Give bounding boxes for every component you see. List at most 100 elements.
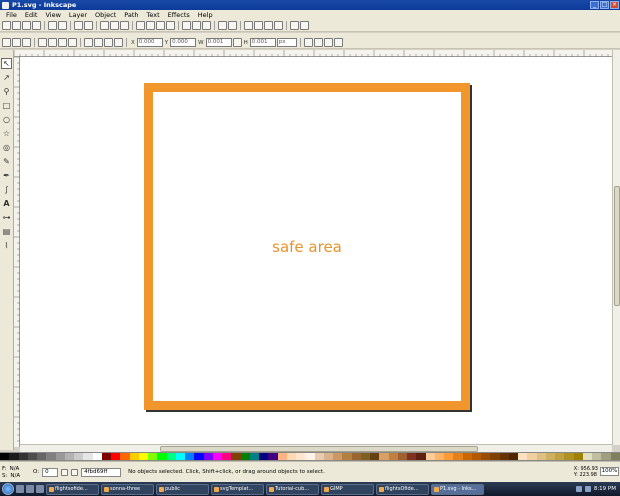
dropper-tool-icon[interactable]: ⌇ <box>1 240 12 251</box>
color-swatch[interactable] <box>296 453 306 460</box>
taskbar-item[interactable]: public <box>156 483 209 495</box>
menu-help[interactable]: Help <box>194 11 217 19</box>
color-swatch[interactable] <box>120 453 130 460</box>
width-field[interactable]: 0.001 <box>205 38 232 47</box>
taskbar-item[interactable]: flightsofide... <box>46 483 99 495</box>
color-swatch[interactable] <box>231 453 241 460</box>
color-swatch[interactable] <box>111 453 121 460</box>
color-swatch[interactable] <box>388 453 398 460</box>
taskbar-item[interactable]: GIMP <box>321 483 374 495</box>
color-swatch[interactable] <box>601 453 611 460</box>
color-swatch[interactable] <box>351 453 361 460</box>
color-swatch[interactable] <box>268 453 278 460</box>
text-font-icon[interactable] <box>254 21 263 30</box>
rotate-cw-icon[interactable] <box>48 38 57 47</box>
xml-editor-icon[interactable] <box>264 21 273 30</box>
taskbar-item-active[interactable]: P1.svg - Inks... <box>431 483 484 495</box>
lock-icon[interactable] <box>232 38 242 47</box>
raise-to-top-icon[interactable] <box>84 38 93 47</box>
menu-edit[interactable]: Edit <box>21 11 42 19</box>
color-swatch[interactable] <box>148 453 158 460</box>
color-swatch[interactable] <box>545 453 555 460</box>
flip-horizontal-icon[interactable] <box>58 38 67 47</box>
flip-vertical-icon[interactable] <box>68 38 77 47</box>
color-swatch[interactable] <box>92 453 102 460</box>
rotate-ccw-icon[interactable] <box>38 38 47 47</box>
fill-stroke-icon[interactable] <box>244 21 253 30</box>
text-tool-icon[interactable]: A <box>1 198 12 209</box>
cut-icon[interactable] <box>110 21 119 30</box>
y-field[interactable]: 0.000 <box>170 38 197 47</box>
color-swatch[interactable] <box>286 453 296 460</box>
menu-effects[interactable]: Effects <box>164 11 194 19</box>
ungroup-icon[interactable] <box>228 21 237 30</box>
layer-color-field[interactable]: 4fbd69ff <box>81 467 122 477</box>
menu-view[interactable]: View <box>41 11 64 19</box>
lock-layer-icon[interactable] <box>71 468 79 476</box>
menu-text[interactable]: Text <box>143 11 164 19</box>
color-swatch[interactable] <box>462 453 472 460</box>
taskbar-item[interactable]: svgTemplat... <box>211 483 264 495</box>
preferences-icon[interactable] <box>290 21 299 30</box>
zoom-field[interactable]: 100% <box>600 467 619 476</box>
lower-to-bottom-icon[interactable] <box>114 38 123 47</box>
gradient-tool-icon[interactable]: ▤ <box>1 226 12 237</box>
color-swatch[interactable] <box>471 453 481 460</box>
zoom-page-icon[interactable] <box>156 21 165 30</box>
color-swatch[interactable] <box>425 453 435 460</box>
menu-path[interactable]: Path <box>120 11 142 19</box>
group-icon[interactable] <box>218 21 227 30</box>
color-swatch[interactable] <box>194 453 204 460</box>
taskbar-item[interactable]: sonna-three <box>101 483 154 495</box>
color-swatch[interactable] <box>259 453 269 460</box>
vertical-scrollbar[interactable] <box>612 50 620 445</box>
color-swatch[interactable] <box>0 453 10 460</box>
maximize-button[interactable]: □ <box>600 1 609 9</box>
color-swatch[interactable] <box>55 453 65 460</box>
color-swatch[interactable] <box>277 453 287 460</box>
menu-layer[interactable]: Layer <box>65 11 91 19</box>
pencil-tool-icon[interactable]: ✎ <box>1 156 12 167</box>
menu-object[interactable]: Object <box>91 11 120 19</box>
color-swatch[interactable] <box>508 453 518 460</box>
quick-launch-icon[interactable] <box>26 485 34 493</box>
color-swatch[interactable] <box>175 453 185 460</box>
taskbar-item[interactable]: Tutorial-cub... <box>266 483 319 495</box>
unit-select[interactable]: px <box>276 38 297 47</box>
lower-icon[interactable] <box>104 38 113 47</box>
style-indicator[interactable]: F: N/A S: N/A <box>2 466 30 479</box>
deselect-icon[interactable] <box>22 38 31 47</box>
redo-icon[interactable] <box>84 21 93 30</box>
connector-tool-icon[interactable]: ⊶ <box>1 212 12 223</box>
color-swatch[interactable] <box>157 453 167 460</box>
network-icon[interactable] <box>575 486 582 492</box>
align-icon[interactable] <box>274 21 283 30</box>
color-swatch[interactable] <box>379 453 389 460</box>
color-swatch[interactable] <box>610 453 620 460</box>
minimize-button[interactable]: _ <box>590 1 599 9</box>
quick-launch-icon[interactable] <box>36 485 44 493</box>
copy-icon[interactable] <box>100 21 109 30</box>
color-swatch[interactable] <box>499 453 509 460</box>
color-swatch[interactable] <box>9 453 19 460</box>
color-swatch[interactable] <box>434 453 444 460</box>
undo-icon[interactable] <box>74 21 83 30</box>
color-swatch[interactable] <box>37 453 47 460</box>
color-swatch[interactable] <box>518 453 528 460</box>
close-button[interactable]: × <box>610 1 619 9</box>
color-swatch[interactable] <box>222 453 232 460</box>
color-swatch[interactable] <box>555 453 565 460</box>
color-swatch[interactable] <box>240 453 250 460</box>
horizontal-scrollbar[interactable] <box>20 444 612 452</box>
color-swatch[interactable] <box>453 453 463 460</box>
star-tool-icon[interactable]: ☆ <box>1 128 12 139</box>
height-field[interactable]: 0.001 <box>249 38 276 47</box>
color-swatch[interactable] <box>444 453 454 460</box>
color-swatch[interactable] <box>536 453 546 460</box>
color-swatch[interactable] <box>333 453 343 460</box>
rectangle-tool-icon[interactable]: □ <box>1 100 12 111</box>
color-swatch[interactable] <box>573 453 583 460</box>
node-tool-icon[interactable]: ↗ <box>1 72 12 83</box>
pen-tool-icon[interactable]: ✒ <box>1 170 12 181</box>
opacity-field[interactable]: 0 <box>42 467 59 477</box>
